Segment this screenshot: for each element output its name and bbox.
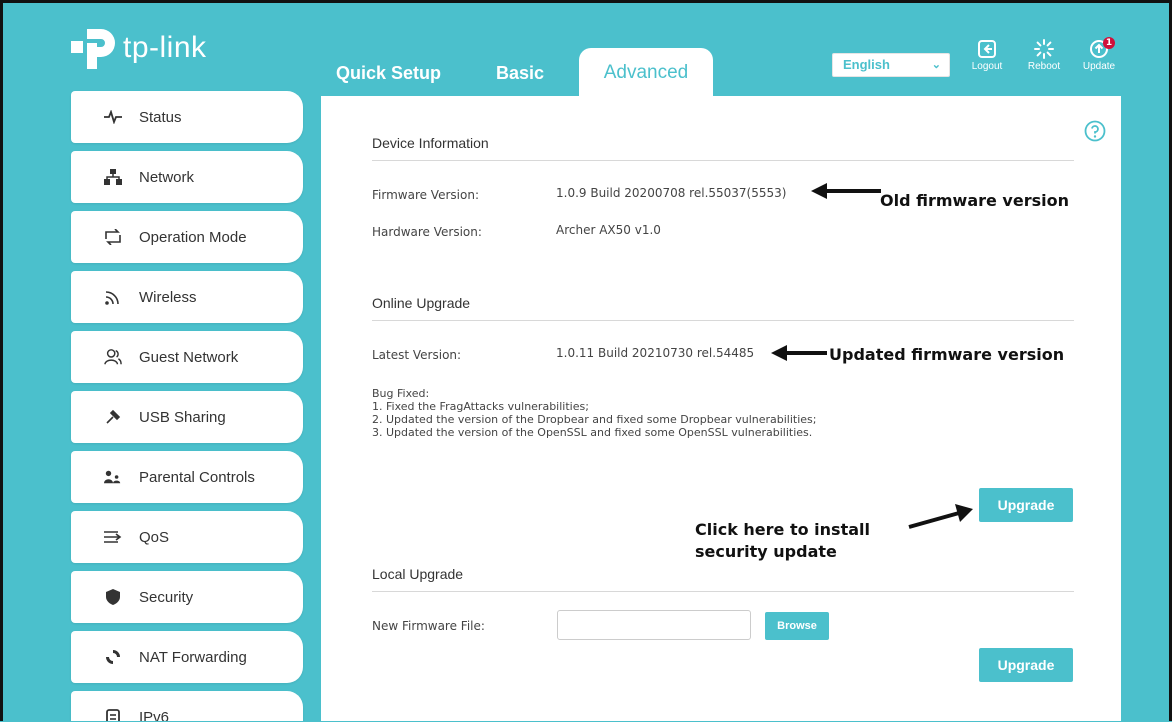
divider — [372, 320, 1074, 321]
main-panel: Device Information Firmware Version: 1.0… — [321, 96, 1121, 721]
language-select[interactable]: English ⌄ — [832, 53, 950, 77]
firmware-file-input[interactable] — [557, 610, 751, 640]
annotation-arrow-icon — [811, 183, 881, 199]
sidebar-item-label: USB Sharing — [139, 408, 226, 426]
sidebar-item-network[interactable]: Network — [71, 151, 303, 203]
sidebar-item-label: Parental Controls — [139, 468, 255, 486]
sidebar-item-label: NAT Forwarding — [139, 648, 247, 666]
sidebar-item-security[interactable]: Security — [71, 571, 303, 623]
sidebar-item-label: Security — [139, 588, 194, 606]
logout-label: Logout — [971, 61, 1003, 72]
reboot-icon — [1034, 39, 1054, 59]
sidebar-item-nat-forwarding[interactable]: NAT Forwarding — [71, 631, 303, 683]
tab-advanced[interactable]: Advanced — [579, 48, 713, 98]
bug-fixed-notes: Bug Fixed: 1. Fixed the FragAttacks vuln… — [372, 387, 816, 439]
sidebar-item-label: Status — [139, 108, 182, 126]
firmware-version-label: Firmware Version: — [372, 188, 479, 202]
new-firmware-file-label: New Firmware File: — [372, 619, 485, 633]
tp-link-logo: tp-link — [65, 23, 207, 73]
update-label: Update — [1082, 61, 1116, 72]
wireless-icon — [104, 288, 122, 306]
browse-button[interactable]: Browse — [765, 612, 829, 640]
annotation-line: Click here to install — [695, 520, 870, 539]
sidebar-item-qos[interactable]: QoS — [71, 511, 303, 563]
tab-basic[interactable]: Basic — [496, 63, 544, 84]
latest-version-label: Latest Version: — [372, 348, 462, 362]
bug-note: 3. Updated the version of the OpenSSL an… — [372, 426, 813, 439]
local-upgrade-title: Local Upgrade — [372, 566, 464, 582]
local-upgrade-button[interactable]: Upgrade — [979, 648, 1073, 682]
sidebar-item-operation-mode[interactable]: Operation Mode — [71, 211, 303, 263]
sidebar-item-wireless[interactable]: Wireless — [71, 271, 303, 323]
device-information-title: Device Information — [372, 135, 489, 151]
sidebar-item-label: IPv6 — [139, 708, 170, 722]
shield-icon — [104, 588, 122, 606]
bug-note: 1. Fixed the FragAttacks vulnerabilities… — [372, 400, 589, 413]
sidebar-item-usb-sharing[interactable]: USB Sharing — [71, 391, 303, 443]
operation-mode-icon — [104, 228, 122, 246]
hardware-version-label: Hardware Version: — [372, 225, 482, 239]
help-icon[interactable] — [1084, 120, 1106, 142]
chevron-down-icon: ⌄ — [931, 59, 941, 71]
sidebar-item-ipv6[interactable]: IPv6 — [71, 691, 303, 721]
tp-link-logo-icon — [71, 29, 115, 69]
network-icon — [104, 168, 122, 186]
online-upgrade-title: Online Upgrade — [372, 295, 471, 311]
annotation-arrow-icon — [771, 345, 827, 361]
logout-button[interactable]: Logout — [965, 39, 1009, 72]
divider — [372, 591, 1074, 592]
nat-forwarding-icon — [104, 648, 122, 666]
divider — [372, 160, 1074, 161]
usb-icon — [104, 408, 122, 426]
bug-note: 2. Updated the version of the Dropbear a… — [372, 413, 817, 426]
latest-version-value: 1.0.11 Build 20210730 rel.54485 — [556, 346, 755, 360]
sidebar-item-guest-network[interactable]: Guest Network — [71, 331, 303, 383]
qos-icon — [104, 528, 122, 546]
sidebar-item-label: Network — [139, 168, 195, 186]
status-pulse-icon — [104, 108, 122, 126]
screenshot-frame: tp-link Quick Setup Basic Advanced Engli… — [0, 0, 1172, 721]
update-badge: 1 — [1103, 37, 1115, 49]
sidebar-item-status[interactable]: Status — [71, 91, 303, 143]
sidebar-item-label: Wireless — [139, 288, 197, 306]
ipv6-icon — [104, 708, 122, 721]
logout-icon — [978, 40, 996, 58]
language-value: English — [843, 57, 890, 72]
annotation-arrow-icon — [908, 504, 973, 529]
hardware-version-value: Archer AX50 v1.0 — [556, 223, 661, 237]
bug-fixed-title: Bug Fixed: — [372, 387, 430, 400]
sidebar-item-label: QoS — [139, 528, 170, 546]
annotation-install-update: Click here to install security update — [695, 519, 870, 563]
annotation-updated-firmware: Updated firmware version — [829, 345, 1065, 364]
sidebar-item-parental-controls[interactable]: Parental Controls — [71, 451, 303, 503]
parental-controls-icon — [104, 468, 122, 486]
update-button[interactable]: 1 Update — [1077, 37, 1121, 72]
annotation-old-firmware: Old firmware version — [880, 191, 1069, 210]
online-upgrade-button[interactable]: Upgrade — [979, 488, 1073, 522]
firmware-version-value: 1.0.9 Build 20200708 rel.55037(5553) — [556, 186, 787, 200]
reboot-button[interactable]: Reboot — [1022, 39, 1066, 72]
tab-quick-setup[interactable]: Quick Setup — [336, 63, 441, 84]
brand-name: tp-link — [123, 31, 207, 64]
sidebar-item-label: Guest Network — [139, 348, 239, 366]
sidebar-item-label: Operation Mode — [139, 228, 247, 246]
annotation-line: security update — [695, 542, 837, 561]
guest-network-icon — [104, 348, 122, 366]
reboot-label: Reboot — [1027, 61, 1061, 72]
